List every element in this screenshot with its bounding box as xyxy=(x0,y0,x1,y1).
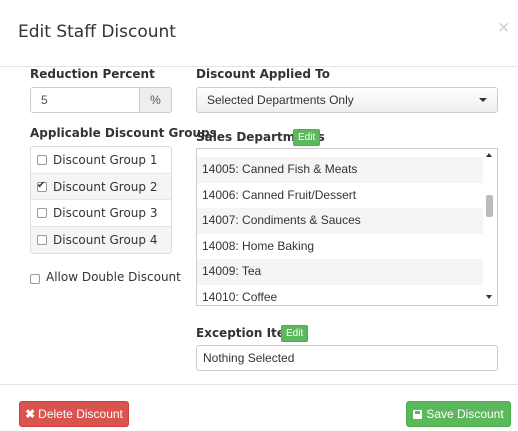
discount-group-item[interactable]: Discount Group 1 xyxy=(31,147,171,174)
delete-discount-button[interactable]: ✖ Delete Discount xyxy=(19,401,129,427)
applicable-discount-groups-label: Applicable Discount Groups xyxy=(30,126,217,140)
department-item[interactable]: 14006: Canned Fruit/Dessert xyxy=(197,183,485,209)
scroll-up-icon[interactable] xyxy=(486,153,492,157)
close-icon[interactable]: × xyxy=(497,18,510,36)
discount-group-label: Discount Group 2 xyxy=(53,179,158,194)
sales-departments-list: 14005: Canned Fish & Meats 14006: Canned… xyxy=(196,148,498,306)
modal-header: Edit Staff Discount × xyxy=(0,0,518,67)
save-discount-button[interactable]: Save Discount xyxy=(406,401,511,427)
chevron-down-icon xyxy=(479,98,487,102)
department-item[interactable]: 14009: Tea xyxy=(197,259,485,285)
checkmark-icon: ✔ xyxy=(37,179,46,191)
discount-group-item[interactable]: Discount Group 4 xyxy=(31,226,171,253)
discount-applied-to-label: Discount Applied To xyxy=(196,67,331,81)
discount-group-label: Discount Group 4 xyxy=(53,232,158,247)
list-top-clip xyxy=(197,149,485,157)
department-item[interactable]: 14007: Condiments & Sauces xyxy=(197,208,485,234)
discount-groups-list: Discount Group 1 ✔ Discount Group 2 Disc… xyxy=(30,146,172,254)
scrollbar-thumb[interactable] xyxy=(486,195,493,217)
save-icon xyxy=(413,410,423,419)
departments-scrollbar[interactable] xyxy=(483,149,497,305)
edit-staff-discount-modal: Edit Staff Discount × Reduction Percent … xyxy=(0,0,518,430)
delete-discount-label: Delete Discount xyxy=(38,407,123,421)
scroll-down-icon[interactable] xyxy=(486,295,492,299)
discount-group-item[interactable]: Discount Group 3 xyxy=(31,200,171,227)
reduction-percent-input[interactable]: 5 xyxy=(30,87,140,113)
discount-applied-to-select[interactable]: Selected Departments Only xyxy=(196,87,498,113)
times-icon: ✖ xyxy=(25,407,36,421)
percent-addon: % xyxy=(139,87,172,113)
checkbox-icon[interactable] xyxy=(37,208,47,218)
checkbox-checked-icon[interactable]: ✔ xyxy=(37,179,47,192)
reduction-percent-label: Reduction Percent xyxy=(30,67,155,81)
allow-double-discount-label: Allow Double Discount xyxy=(46,270,181,284)
checkbox-icon[interactable] xyxy=(37,234,47,245)
discount-group-label: Discount Group 1 xyxy=(53,153,158,167)
department-item[interactable]: 14008: Home Baking xyxy=(197,234,485,260)
checkbox-icon[interactable] xyxy=(37,155,47,165)
department-item[interactable]: 14010: Coffee xyxy=(197,285,485,306)
exception-items-field[interactable]: Nothing Selected xyxy=(196,345,498,371)
discount-group-item[interactable]: ✔ Discount Group 2 xyxy=(31,173,171,200)
discount-group-label: Discount Group 3 xyxy=(53,206,158,220)
modal-title: Edit Staff Discount xyxy=(18,22,176,42)
allow-double-discount-checkbox[interactable] xyxy=(30,274,40,284)
edit-departments-button[interactable]: Edit xyxy=(293,129,321,146)
department-item[interactable]: 14005: Canned Fish & Meats xyxy=(197,157,485,183)
discount-applied-to-value: Selected Departments Only xyxy=(207,93,354,107)
save-discount-label: Save Discount xyxy=(426,407,504,421)
edit-exceptions-button[interactable]: Edit xyxy=(281,325,309,342)
